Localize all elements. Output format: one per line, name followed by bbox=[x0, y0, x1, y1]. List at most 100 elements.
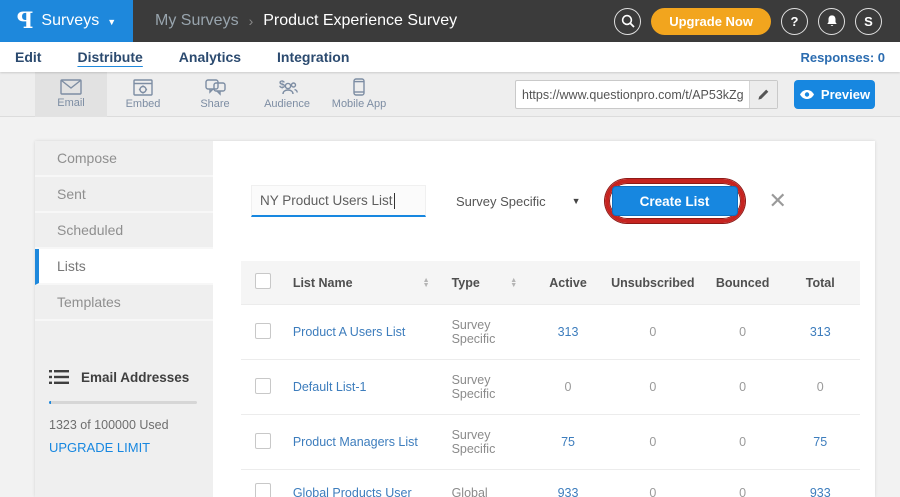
active-count[interactable]: 313 bbox=[558, 325, 579, 339]
tab-distribute[interactable]: Distribute bbox=[77, 47, 142, 67]
channel-label: Share bbox=[200, 98, 229, 110]
list-name-link[interactable]: Default List-1 bbox=[293, 380, 367, 394]
bounced-count: 0 bbox=[739, 325, 746, 339]
search-icon bbox=[621, 14, 635, 28]
sort-icon[interactable]: ▲▼ bbox=[510, 278, 517, 288]
channel-label: Embed bbox=[126, 98, 161, 110]
avatar-initial: S bbox=[864, 14, 873, 29]
list-name-value: NY Product Users List bbox=[260, 193, 393, 208]
sidebar-item-sent[interactable]: Sent bbox=[35, 177, 213, 213]
total-count[interactable]: 313 bbox=[810, 325, 831, 339]
upgrade-limit-link[interactable]: UPGRADE LIMIT bbox=[49, 440, 150, 455]
chevron-down-icon: ▼ bbox=[107, 17, 116, 27]
email-lists-table: List Name▲▼ Type▲▼ Active Unsubscribed B… bbox=[241, 261, 860, 497]
column-header-list-name[interactable]: List Name bbox=[293, 276, 353, 290]
table-row: Global Products User Global 933 0 0 933 bbox=[241, 470, 860, 497]
email-sidebar: Compose Sent Scheduled Lists Templates E… bbox=[35, 141, 213, 497]
breadcrumb-my-surveys[interactable]: My Surveys bbox=[155, 12, 239, 30]
list-type-value: Survey Specific bbox=[456, 194, 546, 209]
list-name-input[interactable]: NY Product Users List bbox=[251, 185, 426, 217]
list-name-link[interactable]: Global Products User bbox=[293, 486, 412, 497]
bounced-count: 0 bbox=[739, 380, 746, 394]
list-name-link[interactable]: Product Managers List bbox=[293, 435, 418, 449]
list-type: Global bbox=[452, 486, 488, 497]
tab-edit[interactable]: Edit bbox=[15, 47, 41, 67]
unsubscribed-count: 0 bbox=[649, 486, 656, 497]
row-checkbox[interactable] bbox=[255, 483, 271, 497]
account-avatar[interactable]: S bbox=[855, 8, 882, 35]
email-usage-progress-fill bbox=[49, 401, 51, 404]
column-header-active: Active bbox=[535, 261, 601, 305]
breadcrumb-separator: › bbox=[249, 13, 254, 29]
unsubscribed-count: 0 bbox=[649, 435, 656, 449]
active-count[interactable]: 933 bbox=[558, 486, 579, 497]
upgrade-now-button[interactable]: Upgrade Now bbox=[651, 8, 771, 35]
sidebar-item-scheduled[interactable]: Scheduled bbox=[35, 213, 213, 249]
total-count: 0 bbox=[817, 380, 824, 394]
channel-audience[interactable]: $ Audience bbox=[251, 72, 323, 117]
search-button[interactable] bbox=[614, 8, 641, 35]
help-button[interactable]: ? bbox=[781, 8, 808, 35]
channel-label: Mobile App bbox=[332, 98, 386, 110]
chevron-down-icon: ▼ bbox=[572, 196, 581, 206]
create-list-row: NY Product Users List Survey Specific ▼ … bbox=[251, 179, 860, 223]
questionpro-logo-icon: P bbox=[17, 10, 34, 32]
sidebar-item-templates[interactable]: Templates bbox=[35, 285, 213, 321]
active-count: 0 bbox=[565, 380, 572, 394]
header-actions: Upgrade Now ? S bbox=[614, 0, 882, 42]
notifications-button[interactable] bbox=[818, 8, 845, 35]
mobile-app-icon bbox=[353, 78, 365, 96]
sort-icon[interactable]: ▲▼ bbox=[423, 278, 430, 288]
breadcrumb: My Surveys › Product Experience Survey bbox=[155, 12, 457, 30]
sidebar-item-compose[interactable]: Compose bbox=[35, 141, 213, 177]
email-addresses-title: Email Addresses bbox=[81, 370, 189, 385]
table-row: Default List-1 Survey Specific 0 0 0 0 bbox=[241, 360, 860, 415]
lists-content: NY Product Users List Survey Specific ▼ … bbox=[213, 141, 875, 497]
bell-icon bbox=[825, 14, 839, 28]
sidebar-item-lists[interactable]: Lists bbox=[35, 249, 213, 285]
create-list-button[interactable]: Create List bbox=[612, 186, 738, 216]
text-caret bbox=[394, 193, 395, 209]
row-checkbox[interactable] bbox=[255, 433, 271, 449]
bounced-count: 0 bbox=[739, 435, 746, 449]
product-label: Surveys bbox=[41, 12, 99, 30]
close-icon[interactable]: ✕ bbox=[769, 190, 787, 212]
share-icon bbox=[205, 79, 226, 96]
channel-share[interactable]: Share bbox=[179, 72, 251, 117]
list-name-link[interactable]: Product A Users List bbox=[293, 325, 406, 339]
channel-label: Audience bbox=[264, 98, 310, 110]
list-type: Survey Specific bbox=[452, 373, 496, 401]
select-all-checkbox[interactable] bbox=[255, 273, 271, 289]
responses-count[interactable]: Responses: 0 bbox=[800, 50, 885, 65]
row-checkbox[interactable] bbox=[255, 378, 271, 394]
unsubscribed-count: 0 bbox=[649, 380, 656, 394]
email-usage-progressbar bbox=[49, 401, 197, 404]
channel-embed[interactable]: Embed bbox=[107, 72, 179, 117]
channel-email[interactable]: Email bbox=[35, 72, 107, 117]
column-header-type[interactable]: Type bbox=[452, 276, 480, 290]
edit-url-button[interactable] bbox=[749, 81, 777, 108]
email-lists-panel: Compose Sent Scheduled Lists Templates E… bbox=[35, 141, 875, 497]
bounced-count: 0 bbox=[739, 486, 746, 497]
list-icon bbox=[49, 369, 69, 385]
channel-mobile-app[interactable]: Mobile App bbox=[323, 72, 395, 117]
total-count[interactable]: 933 bbox=[810, 486, 831, 497]
survey-url-input[interactable] bbox=[516, 88, 749, 102]
tab-integration[interactable]: Integration bbox=[277, 47, 349, 67]
email-icon bbox=[60, 79, 82, 95]
email-addresses-section: Email Addresses 1323 of 100000 Used UPGR… bbox=[35, 369, 213, 457]
audience-icon: $ bbox=[276, 79, 298, 96]
embed-icon bbox=[133, 79, 153, 96]
question-mark-icon: ? bbox=[791, 14, 799, 29]
surveys-product-menu[interactable]: P Surveys ▼ bbox=[0, 0, 133, 42]
list-type-select[interactable]: Survey Specific ▼ bbox=[456, 194, 581, 209]
total-count[interactable]: 75 bbox=[813, 435, 827, 449]
row-checkbox[interactable] bbox=[255, 323, 271, 339]
tab-analytics[interactable]: Analytics bbox=[179, 47, 241, 67]
active-count[interactable]: 75 bbox=[561, 435, 575, 449]
channel-label: Email bbox=[57, 97, 85, 109]
preview-button[interactable]: Preview bbox=[794, 80, 875, 109]
table-row: Product Managers List Survey Specific 75… bbox=[241, 415, 860, 470]
survey-url-field bbox=[515, 80, 778, 109]
preview-label: Preview bbox=[821, 87, 870, 102]
